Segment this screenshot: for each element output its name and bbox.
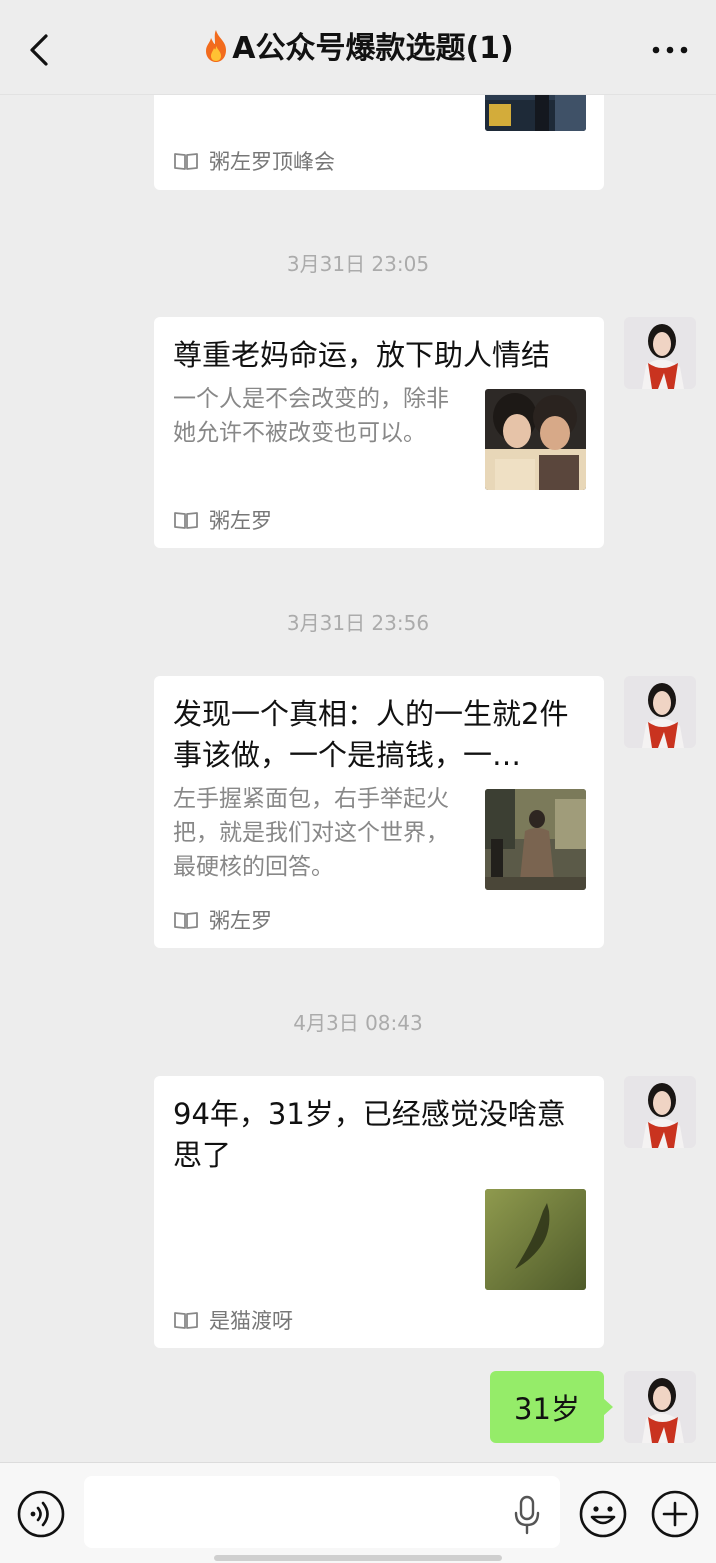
message-input-bar xyxy=(0,1462,716,1563)
article-source: 粥左罗顶峰会 xyxy=(173,146,335,176)
more-options-icon[interactable] xyxy=(648,36,692,64)
article-card[interactable]: 94年，31岁，已经感觉没啥意思了 是猫渡呀 xyxy=(154,1076,604,1348)
chat-header: A公众号爆款选题(1) xyxy=(0,0,716,95)
message-timestamp: 3月31日 23:05 xyxy=(286,252,430,276)
article-source: 粥左罗 xyxy=(173,505,272,535)
article-source-name: 粥左罗顶峰会 xyxy=(209,150,335,174)
bubble-tail xyxy=(603,1398,613,1416)
article-card[interactable]: 尊重老妈命运，放下助人情结 一个人是不会改变的，除非她允许不被改变也可以。 粥左… xyxy=(154,317,604,548)
home-indicator xyxy=(214,1555,502,1561)
article-source-name: 粥左罗 xyxy=(209,909,272,933)
article-description: 一个人是不会改变的，除非她允许不被改变也可以。 xyxy=(173,386,449,446)
book-icon xyxy=(174,153,198,170)
book-icon xyxy=(174,512,198,529)
plus-icon[interactable] xyxy=(650,1489,700,1539)
avatar[interactable] xyxy=(624,317,696,389)
chat-title-text: A公众号爆款选题(1) xyxy=(232,31,514,66)
message-input[interactable] xyxy=(84,1476,560,1548)
text-message-bubble[interactable]: 31岁 xyxy=(490,1371,604,1443)
article-card[interactable]: 发现一个真相：人的一生就2件事该做，一个是搞钱，一… 左手握紧面包，右手举起火把… xyxy=(154,676,604,948)
article-title: 94年，31岁，已经感觉没啥意思了 xyxy=(173,1097,566,1172)
avatar[interactable] xyxy=(624,676,696,748)
article-thumbnail xyxy=(485,789,586,890)
article-source: 粥左罗 xyxy=(173,905,272,935)
avatar[interactable] xyxy=(624,1371,696,1443)
message-timestamp: 3月31日 23:56 xyxy=(286,611,430,635)
voice-mode-icon[interactable] xyxy=(16,1489,66,1539)
book-icon xyxy=(174,1312,198,1329)
avatar[interactable] xyxy=(624,1076,696,1148)
article-thumbnail xyxy=(485,389,586,490)
article-title: 发现一个真相：人的一生就2件事该做，一个是搞钱，一… xyxy=(173,697,569,772)
message-timestamp: 4月3日 08:43 xyxy=(293,1011,423,1035)
article-description: 左手握紧面包，右手举起火把，就是我们对这个世界，最硬核的回答。 xyxy=(173,786,449,880)
article-source: 是猫渡呀 xyxy=(173,1305,293,1335)
chat-title: A公众号爆款选题(1) xyxy=(0,28,716,70)
article-source-name: 粥左罗 xyxy=(209,509,272,533)
article-thumbnail xyxy=(485,1189,586,1290)
article-title: 尊重老妈命运，放下助人情结 xyxy=(173,338,551,372)
fire-icon xyxy=(206,30,227,62)
microphone-icon[interactable] xyxy=(512,1495,542,1535)
message-text: 31岁 xyxy=(514,1392,580,1426)
book-icon xyxy=(174,912,198,929)
article-source-name: 是猫渡呀 xyxy=(209,1309,293,1333)
emoji-icon[interactable] xyxy=(578,1489,628,1539)
